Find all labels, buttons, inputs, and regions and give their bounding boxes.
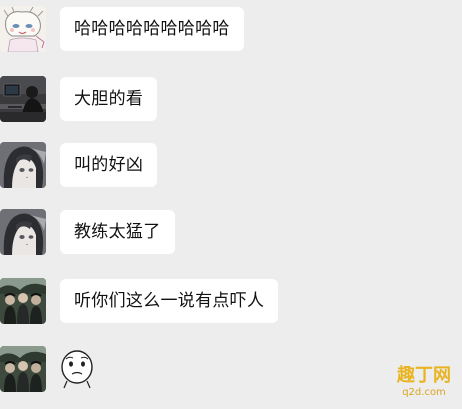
- watermark-text: 趣丁网: [397, 365, 451, 386]
- anime-doodle-avatar[interactable]: [0, 6, 46, 52]
- chat-message-list: 哈哈哈哈哈哈哈哈哈 大胆的看 叫的好凶 教练太猛了 听你们这么一说有点吓人 趣丁…: [0, 0, 462, 409]
- anime-girl-avatar[interactable]: [0, 142, 46, 188]
- message-bubble[interactable]: 大胆的看: [60, 77, 158, 121]
- watermark-url: q2d.com: [402, 387, 446, 398]
- message-bubble[interactable]: 听你们这么一说有点吓人: [60, 279, 279, 323]
- message-bubble[interactable]: 哈哈哈哈哈哈哈哈哈: [60, 7, 244, 51]
- message-bubble[interactable]: 教练太猛了: [60, 210, 175, 254]
- group-photo-avatar[interactable]: [0, 278, 46, 324]
- message-bubble[interactable]: 叫的好凶: [60, 143, 158, 187]
- group-photo-avatar[interactable]: [0, 346, 46, 392]
- site-watermark: 趣丁网 q2d.com: [392, 365, 456, 405]
- anime-girl-avatar[interactable]: [0, 209, 46, 255]
- meme-face-sticker[interactable]: [58, 349, 96, 389]
- desk-photo-avatar[interactable]: [0, 76, 46, 122]
